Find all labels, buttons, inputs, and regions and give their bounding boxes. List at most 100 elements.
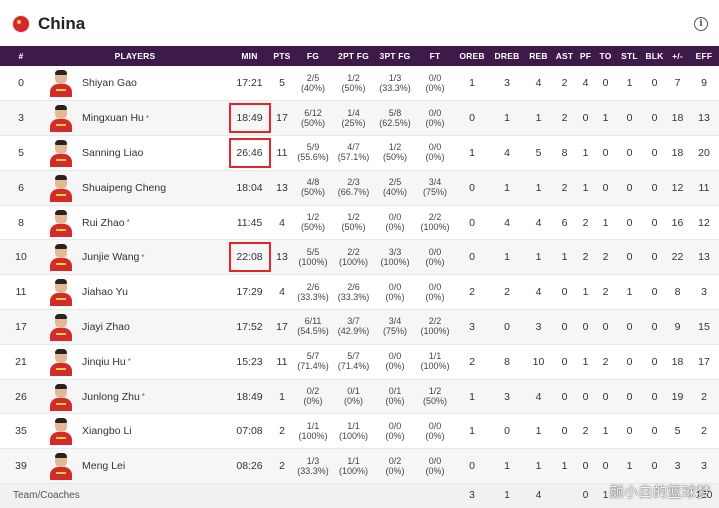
- field-goals: 5/9 (55.6%): [293, 135, 333, 171]
- stat-eff: 13: [689, 239, 719, 276]
- player-name[interactable]: Xiangbo Li: [82, 425, 132, 437]
- two-point-fg-made: 2/3: [347, 177, 360, 188]
- stat-pm: 22: [666, 239, 689, 276]
- column-header[interactable]: MIN: [228, 46, 271, 66]
- minutes: 18:49: [228, 100, 271, 137]
- player-name[interactable]: Shuaipeng Cheng: [82, 182, 166, 194]
- player-cell[interactable]: Junlong Zhu *: [42, 379, 228, 415]
- free-throws: 0/0 (0%): [416, 100, 454, 137]
- stat-to: 1: [595, 100, 616, 137]
- column-header[interactable]: EFF: [689, 46, 719, 66]
- jersey-number: 0: [0, 66, 42, 102]
- player-cell[interactable]: Jiayi Zhao: [42, 309, 228, 345]
- points: 2: [271, 448, 293, 485]
- table-row[interactable]: 8 Rui Zhao * 11:45 4 1/2 (50%) 1/2 (50%) 0/0 (0%) 2…: [0, 205, 719, 241]
- info-icon[interactable]: i: [694, 17, 708, 31]
- player-cell[interactable]: Sanning Liao: [42, 135, 228, 171]
- table-row[interactable]: 26 Junlong Zhu * 18:49 1 0/2 (0%) 0/1 (0%) 0/1 (0%…: [0, 379, 719, 415]
- three-point-fg-pct: (50%): [382, 152, 407, 163]
- table-row[interactable]: 35 Xiangbo Li 07:08 2 1/1 (100%) 1/1 (100%) 0/0(…: [0, 413, 719, 450]
- stat-dreb: 2: [490, 274, 524, 311]
- stat-pf: 2: [576, 239, 595, 276]
- stat-dreb: 3: [490, 66, 524, 102]
- field-goals: 1/3 (33.3%): [293, 448, 333, 485]
- stat-stl: 0: [616, 135, 643, 171]
- table-row[interactable]: 10 Junjie Wang * 22:08 13 5/5 (100%) 2/2 (100%) 3…: [0, 239, 719, 276]
- table-row[interactable]: 17 Jiayi Zhao 17:52 17 6/11 (54.5%) 3/7 (42.9%)…: [0, 309, 719, 345]
- column-header[interactable]: 3PT FG: [374, 46, 416, 66]
- player-name[interactable]: Jiayi Zhao: [82, 321, 130, 333]
- column-header[interactable]: PLAYERS: [42, 46, 228, 66]
- column-header[interactable]: PF: [576, 46, 595, 66]
- column-header[interactable]: 2PT FG: [333, 46, 374, 66]
- player-name[interactable]: Sanning Liao: [82, 147, 143, 159]
- jersey-number: 26: [0, 379, 42, 415]
- three-point-fg-pct: (0%): [385, 361, 405, 372]
- column-header[interactable]: TO: [595, 46, 616, 66]
- table-row[interactable]: 0 Shiyan Gao 17:21 5 2/5 (40%) 1/2 (50%) 1/3 (33.…: [0, 66, 719, 102]
- three-point-fg: 0/1 (0%): [374, 379, 416, 415]
- two-point-fg: 1/1 (100%): [333, 448, 374, 485]
- column-header[interactable]: PTS: [271, 46, 293, 66]
- field-goals-pct: (50%): [300, 117, 325, 128]
- free-throws-made: 2/2: [428, 316, 442, 327]
- player-name[interactable]: Meng Lei: [82, 460, 125, 472]
- player-cell[interactable]: Junjie Wang *: [42, 239, 228, 276]
- player-cell[interactable]: Jinqiu Hu *: [42, 344, 228, 380]
- stat-blk: 0: [643, 344, 666, 380]
- stat-ast: 1: [553, 239, 576, 276]
- table-row[interactable]: 39 Meng Lei 08:26 2 1/3 (33.3%) 1/1 (100%) 0/2 (0…: [0, 448, 719, 485]
- player-name[interactable]: Jinqiu Hu: [82, 356, 126, 368]
- two-point-fg-pct: (42.9%): [337, 326, 370, 337]
- column-header[interactable]: REB: [524, 46, 553, 66]
- two-point-fg-pct: (66.7%): [337, 187, 370, 198]
- stat-blk: 0: [643, 448, 666, 485]
- player-name[interactable]: Junjie Wang: [82, 251, 139, 263]
- table-row[interactable]: 11 Jiahao Yu 17:29 4 2/6 (33.3%) 2/6 (33.3%) 0/0…: [0, 274, 719, 311]
- player-cell[interactable]: Meng Lei: [42, 448, 228, 485]
- player-avatar: [49, 417, 73, 446]
- three-point-fg-made: 1/2: [388, 142, 402, 153]
- jersey-number: 35: [0, 413, 42, 450]
- column-header[interactable]: FG: [293, 46, 333, 66]
- player-name[interactable]: Rui Zhao: [82, 217, 125, 229]
- column-header[interactable]: DREB: [490, 46, 524, 66]
- player-name[interactable]: Jiahao Yu: [82, 286, 128, 298]
- player-name[interactable]: Junlong Zhu: [82, 391, 140, 403]
- field-goals-pct: (71.4%): [297, 361, 329, 372]
- minutes: 07:08: [228, 413, 271, 450]
- column-header[interactable]: STL: [616, 46, 643, 66]
- player-cell[interactable]: Shiyan Gao: [42, 66, 228, 102]
- column-header[interactable]: #: [0, 46, 42, 66]
- player-cell[interactable]: Shuaipeng Cheng: [42, 170, 228, 206]
- three-point-fg-made: 0/0: [388, 351, 402, 362]
- column-header[interactable]: BLK: [643, 46, 666, 66]
- player-cell[interactable]: Rui Zhao *: [42, 205, 228, 241]
- column-header[interactable]: +/-: [666, 46, 689, 66]
- stat-to: 0: [595, 170, 616, 206]
- table-row[interactable]: 6 Shuaipeng Cheng 18:04 13 4/8 (50%) 2/3 (66.7%…: [0, 170, 719, 206]
- stat-oreb: 1: [454, 379, 490, 415]
- player-cell[interactable]: Xiangbo Li: [42, 413, 228, 450]
- column-header[interactable]: FT: [416, 46, 454, 66]
- table-row[interactable]: 5 Sanning Liao 26:46 11 5/9 (55.6%) 4/7 (57.1%)…: [0, 135, 719, 171]
- stat-dreb: 1: [490, 170, 524, 206]
- field-goals: 5/5 (100%): [293, 239, 333, 276]
- table-row[interactable]: 21 Jinqiu Hu * 15:23 11 5/7 (71.4%) 5/7 (71.4%) 0…: [0, 344, 719, 380]
- player-cell[interactable]: Jiahao Yu: [42, 274, 228, 311]
- stat-dreb: 8: [490, 344, 524, 380]
- field-goals: 1/2 (50%): [293, 205, 333, 241]
- minutes: 17:52: [228, 309, 271, 345]
- table-row[interactable]: 3 Mingxuan Hu * 18:49 17 6/12 (50%) 1/4 (25%) 5/8…: [0, 100, 719, 137]
- free-throws: 0/0 (0%): [416, 66, 454, 102]
- field-goals-pct: (40%): [300, 82, 325, 93]
- player-name[interactable]: Mingxuan Hu: [82, 112, 144, 124]
- column-header[interactable]: OREB: [454, 46, 490, 66]
- column-header[interactable]: AST: [553, 46, 576, 66]
- player-cell[interactable]: Mingxuan Hu *: [42, 100, 228, 137]
- stat-pm: 12: [666, 170, 689, 206]
- stat-blk: 0: [643, 274, 666, 311]
- jersey-number: 17: [0, 309, 42, 345]
- stat-ast: 0: [553, 413, 576, 450]
- player-name[interactable]: Shiyan Gao: [82, 77, 137, 89]
